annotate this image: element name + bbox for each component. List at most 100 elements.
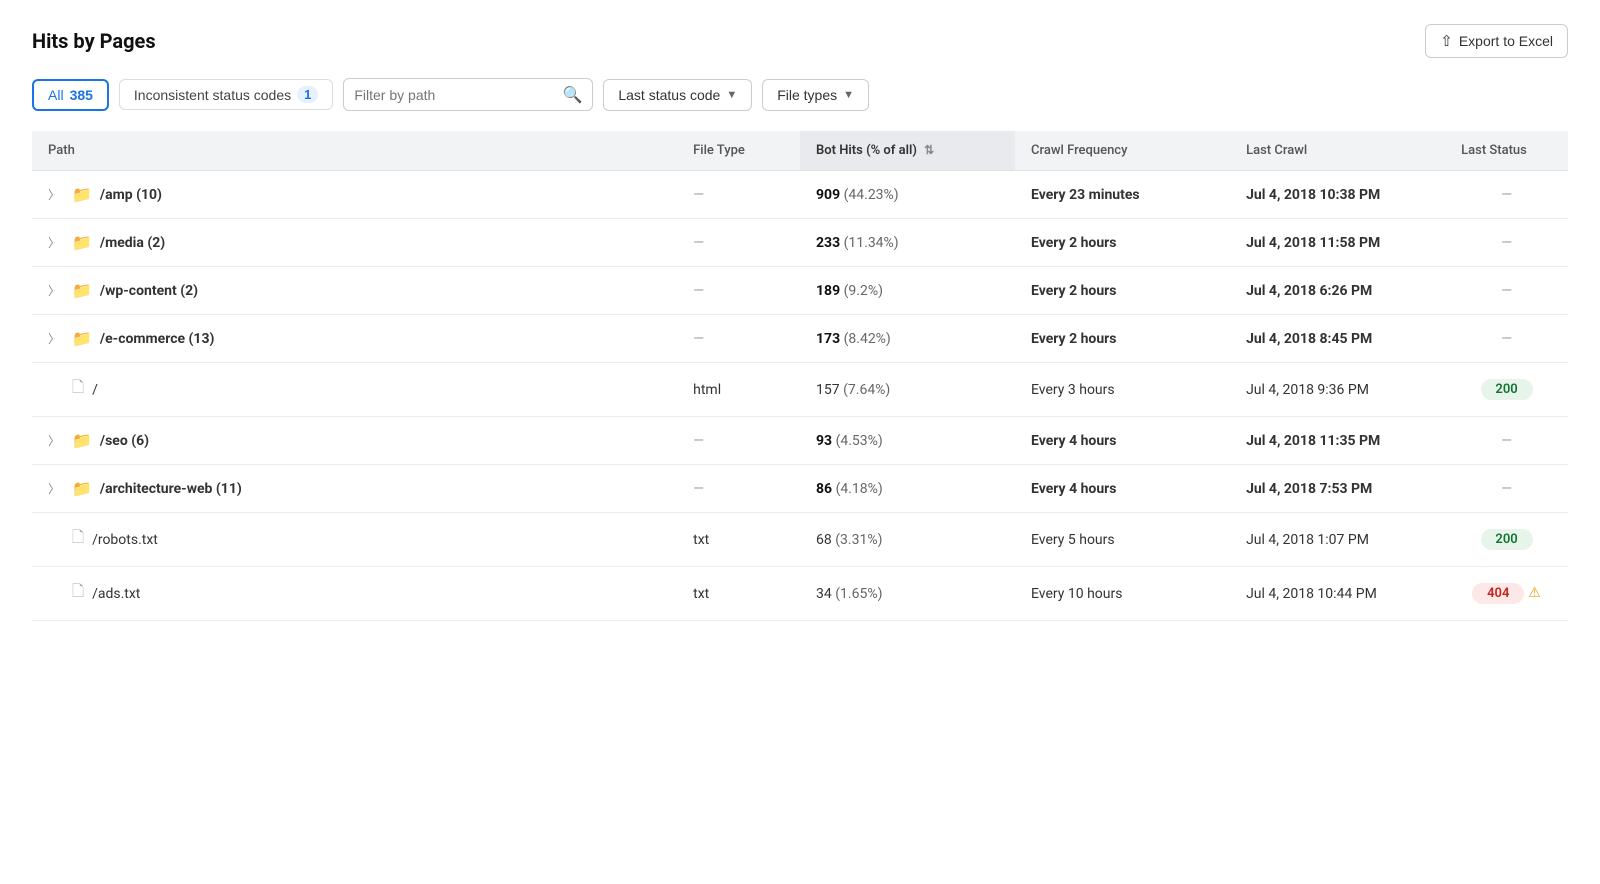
bot-hits-cell: 157 (7.64%) [800,363,1015,417]
path-label: /e-commerce (13) [100,331,215,347]
bot-hits-cell: 34 (1.65%) [800,567,1015,621]
dash: — [693,187,704,203]
crawl-frequency-cell: Every 5 hours [1015,513,1230,567]
dash: — [693,283,704,299]
status-dash: — [1501,283,1512,299]
path-label: /media (2) [100,235,165,251]
expand-chevron[interactable]: 〉 [48,432,64,449]
path-filter-input[interactable] [354,87,556,103]
path-filter-box[interactable]: 🔍 [343,78,593,111]
tab-inconsistent[interactable]: Inconsistent status codes 1 [119,79,333,110]
last-crawl-cell: Jul 4, 2018 9:36 PM [1230,363,1445,417]
page-title: Hits by Pages [32,29,156,53]
folder-icon: 📁 [72,185,92,204]
table-row: 🗋/ads.txttxt34 (1.65%)Every 10 hoursJul … [32,567,1568,621]
status-badge: 404 [1472,583,1524,604]
path-cell: 〉📁/wp-content (2) [32,267,677,315]
file-types-dropdown[interactable]: File types ▼ [762,79,869,111]
hits-value: 189 [816,283,840,299]
path-label: /robots.txt [92,532,158,548]
last-crawl-cell: Jul 4, 2018 10:44 PM [1230,567,1445,621]
table-header-row: Path File Type Bot Hits (% of all) ⇅ Cra… [32,131,1568,171]
hits-value: 86 [816,481,832,497]
last-crawl-cell: Jul 4, 2018 1:07 PM [1230,513,1445,567]
expand-chevron[interactable]: 〉 [48,282,64,299]
crawl-frequency-cell: Every 3 hours [1015,363,1230,417]
file-type-cell: — [677,417,800,465]
last-crawl-value: Jul 4, 2018 7:53 PM [1246,481,1372,497]
hits-pct: (7.64%) [843,382,890,398]
status-dash: — [1501,481,1512,497]
status-badge: 200 [1481,529,1533,550]
col-laststatus-header: Last Status [1445,131,1568,171]
last-status-cell: 404⚠ [1445,567,1568,621]
hits-value: 157 [816,382,840,398]
sort-icon: ⇅ [924,143,934,157]
col-bothits-header[interactable]: Bot Hits (% of all) ⇅ [800,131,1015,171]
folder-icon: 📁 [72,233,92,252]
hits-table: Path File Type Bot Hits (% of all) ⇅ Cra… [32,131,1568,621]
last-crawl-value: Jul 4, 2018 6:26 PM [1246,283,1372,299]
table-row: 〉📁/media (2)—233 (11.34%)Every 2 hoursJu… [32,219,1568,267]
folder-icon: 📁 [72,329,92,348]
path-cell: 🗋 /robots.txt [32,513,677,567]
expand-chevron[interactable]: 〉 [48,234,64,251]
hits-pct: (44.23%) [844,187,899,203]
hits-value: 173 [816,331,840,347]
expand-chevron[interactable]: 〉 [48,330,64,347]
path-label: /wp-content (2) [100,283,198,299]
path-label: /seo (6) [100,433,149,449]
file-type-cell: html [677,363,800,417]
last-crawl-cell: Jul 4, 2018 8:45 PM [1230,315,1445,363]
crawl-frequency-cell: Every 23 minutes [1015,171,1230,219]
last-status-cell: 200 [1445,363,1568,417]
last-crawl-cell: Jul 4, 2018 11:58 PM [1230,219,1445,267]
bot-hits-cell: 909 (44.23%) [800,171,1015,219]
file-type-cell: — [677,171,800,219]
hits-pct: (9.2%) [844,283,883,299]
file-icon: 🗋 [72,527,84,552]
table-row: 〉📁/architecture-web (11)—86 (4.18%)Every… [32,465,1568,513]
filter-row: All 385 Inconsistent status codes 1 🔍 La… [32,78,1568,111]
last-status-code-dropdown[interactable]: Last status code ▼ [603,79,752,111]
folder-icon: 📁 [72,479,92,498]
crawl-frequency-value: Every 2 hours [1031,235,1116,251]
file-icon: 🗋 [72,581,84,606]
chevron-down-icon: ▼ [726,89,737,101]
expand-chevron[interactable]: 〉 [48,186,64,203]
export-icon: ⇧ [1440,32,1453,50]
path-label: /amp (10) [100,187,162,203]
crawl-frequency-value: Every 2 hours [1031,331,1116,347]
crawl-frequency-value: Every 4 hours [1031,481,1116,497]
dash: — [693,433,704,449]
crawl-frequency-cell: Every 4 hours [1015,417,1230,465]
search-icon: 🔍 [562,85,582,104]
expand-chevron[interactable]: 〉 [48,480,64,497]
table-row: 〉📁/seo (6)—93 (4.53%)Every 4 hoursJul 4,… [32,417,1568,465]
last-crawl-cell: Jul 4, 2018 7:53 PM [1230,465,1445,513]
crawl-frequency-cell: Every 2 hours [1015,267,1230,315]
last-crawl-value: Jul 4, 2018 10:38 PM [1246,187,1380,203]
chevron-down-icon: ▼ [843,89,854,101]
crawl-frequency-value: Every 4 hours [1031,433,1116,449]
last-status-cell: — [1445,315,1568,363]
export-button[interactable]: ⇧ Export to Excel [1425,24,1568,58]
dash: — [693,235,704,251]
table-row: 〉📁/wp-content (2) — 189 (9.2%) Every 2 hour… [32,267,1568,315]
hits-value: 68 [816,532,832,548]
path-cell: 〉📁/architecture-web (11) [32,465,677,513]
crawl-frequency-value: Every 2 hours [1031,283,1116,299]
dash: — [693,331,704,347]
path-cell: 〉📁/seo (6) [32,417,677,465]
crawl-frequency-cell: Every 2 hours [1015,315,1230,363]
status-dash: — [1501,187,1512,203]
last-status-cell: — [1445,465,1568,513]
dash: — [693,481,704,497]
hits-pct: (1.65%) [835,586,882,602]
last-status-cell: — [1445,219,1568,267]
tab-all[interactable]: All 385 [32,79,109,111]
table-row: 🗋/html157 (7.64%)Every 3 hoursJul 4, 201… [32,363,1568,417]
path-cell: 〉 📁 /media (2) [32,219,677,267]
hits-value: 93 [816,433,832,449]
table-row: 〉 📁 /amp (10) — 909 (44.23%)Every 23 minutes… [32,171,1568,219]
